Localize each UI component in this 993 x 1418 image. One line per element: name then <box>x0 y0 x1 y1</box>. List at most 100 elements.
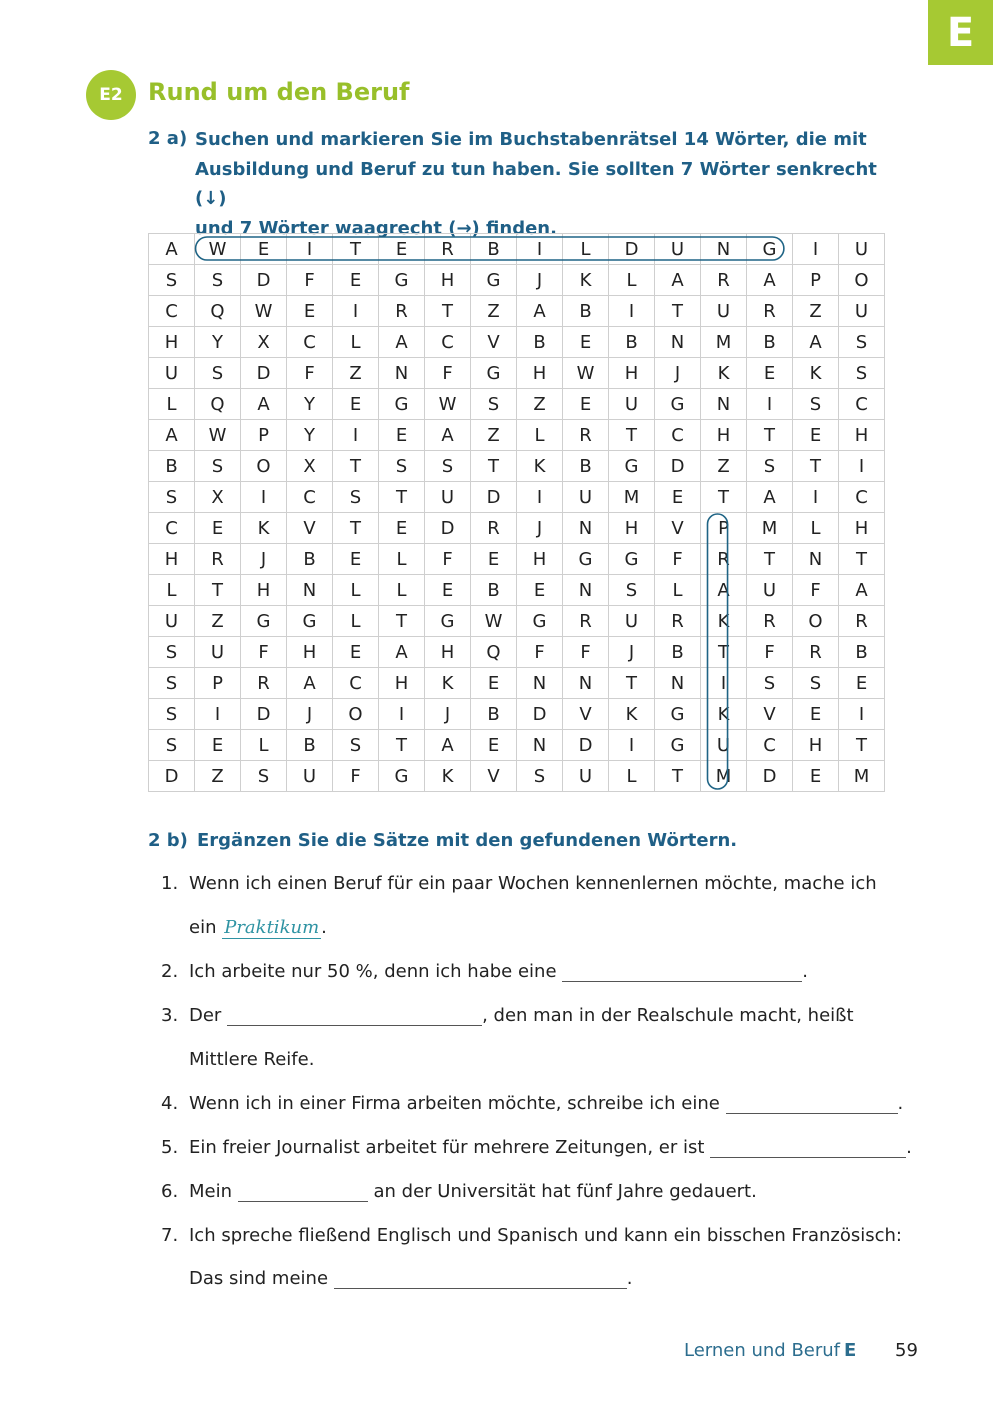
grid-cell[interactable]: E <box>194 729 241 761</box>
grid-cell[interactable]: L <box>378 574 425 606</box>
grid-cell[interactable]: L <box>332 574 379 606</box>
grid-cell[interactable]: M <box>838 760 885 792</box>
grid-cell[interactable]: E <box>378 512 425 544</box>
grid-cell[interactable]: S <box>746 667 793 699</box>
grid-cell[interactable]: S <box>608 574 655 606</box>
grid-cell[interactable]: J <box>654 357 701 389</box>
grid-cell[interactable]: W <box>562 357 609 389</box>
grid-cell[interactable]: D <box>148 760 195 792</box>
grid-cell[interactable]: E <box>332 264 379 296</box>
grid-cell[interactable]: H <box>838 419 885 451</box>
grid-cell[interactable]: B <box>654 636 701 668</box>
grid-cell[interactable]: Q <box>194 388 241 420</box>
grid-cell[interactable]: Z <box>194 605 241 637</box>
grid-cell[interactable]: P <box>194 667 241 699</box>
grid-cell[interactable]: L <box>608 264 655 296</box>
grid-cell[interactable]: H <box>516 543 563 575</box>
grid-cell[interactable]: R <box>654 605 701 637</box>
grid-cell[interactable]: T <box>608 667 655 699</box>
grid-cell[interactable]: T <box>792 450 839 482</box>
grid-cell[interactable]: S <box>194 264 241 296</box>
grid-cell[interactable]: Y <box>194 326 241 358</box>
grid-cell[interactable]: S <box>516 760 563 792</box>
grid-cell[interactable]: C <box>838 388 885 420</box>
grid-cell[interactable]: E <box>332 543 379 575</box>
grid-cell[interactable]: W <box>240 295 287 327</box>
grid-cell[interactable]: J <box>516 512 563 544</box>
blank-field[interactable] <box>227 1005 483 1026</box>
grid-cell[interactable]: G <box>516 605 563 637</box>
grid-cell[interactable]: A <box>240 388 287 420</box>
grid-cell[interactable]: T <box>608 419 655 451</box>
grid-cell[interactable]: B <box>286 729 333 761</box>
grid-cell[interactable]: G <box>746 233 793 265</box>
grid-cell[interactable]: G <box>470 357 517 389</box>
grid-cell[interactable]: R <box>700 264 747 296</box>
grid-cell[interactable]: E <box>792 698 839 730</box>
grid-cell[interactable]: W <box>194 233 241 265</box>
grid-cell[interactable]: T <box>378 481 425 513</box>
grid-cell[interactable]: T <box>332 233 379 265</box>
grid-cell[interactable]: X <box>240 326 287 358</box>
grid-cell[interactable]: Q <box>194 295 241 327</box>
grid-cell[interactable]: D <box>240 698 287 730</box>
grid-cell[interactable]: S <box>148 481 195 513</box>
grid-cell[interactable]: V <box>746 698 793 730</box>
grid-cell[interactable]: I <box>792 481 839 513</box>
grid-cell[interactable]: U <box>562 481 609 513</box>
grid-cell[interactable]: R <box>424 233 471 265</box>
grid-cell[interactable]: K <box>516 450 563 482</box>
grid-cell[interactable]: G <box>562 543 609 575</box>
grid-cell[interactable]: S <box>838 326 885 358</box>
grid-cell[interactable]: D <box>424 512 471 544</box>
grid-cell[interactable]: D <box>654 450 701 482</box>
grid-cell[interactable]: T <box>424 295 471 327</box>
grid-cell[interactable]: A <box>516 295 563 327</box>
grid-cell[interactable]: M <box>746 512 793 544</box>
grid-cell[interactable]: R <box>562 605 609 637</box>
grid-cell[interactable]: G <box>608 543 655 575</box>
grid-cell[interactable]: V <box>286 512 333 544</box>
grid-cell[interactable]: D <box>746 760 793 792</box>
blank-field[interactable] <box>710 1137 907 1158</box>
grid-cell[interactable]: N <box>516 667 563 699</box>
grid-cell[interactable]: H <box>700 419 747 451</box>
grid-cell[interactable]: S <box>148 698 195 730</box>
grid-cell[interactable]: N <box>562 574 609 606</box>
grid-cell[interactable]: E <box>332 388 379 420</box>
grid-cell[interactable]: A <box>700 574 747 606</box>
grid-cell[interactable]: H <box>378 667 425 699</box>
grid-cell[interactable]: R <box>700 543 747 575</box>
grid-cell[interactable]: F <box>746 636 793 668</box>
grid-cell[interactable]: H <box>148 326 195 358</box>
grid-cell[interactable]: N <box>562 667 609 699</box>
grid-cell[interactable]: H <box>424 636 471 668</box>
grid-cell[interactable]: E <box>838 667 885 699</box>
grid-cell[interactable]: G <box>240 605 287 637</box>
grid-cell[interactable]: K <box>424 667 471 699</box>
grid-cell[interactable]: U <box>608 605 655 637</box>
grid-cell[interactable]: G <box>424 605 471 637</box>
grid-cell[interactable]: F <box>332 760 379 792</box>
grid-cell[interactable]: B <box>470 574 517 606</box>
grid-cell[interactable]: B <box>470 233 517 265</box>
grid-cell[interactable]: V <box>470 326 517 358</box>
grid-cell[interactable]: E <box>746 357 793 389</box>
grid-cell[interactable]: U <box>608 388 655 420</box>
grid-cell[interactable]: S <box>424 450 471 482</box>
grid-cell[interactable]: J <box>424 698 471 730</box>
blank-field[interactable] <box>725 1093 898 1114</box>
grid-cell[interactable]: X <box>194 481 241 513</box>
grid-cell[interactable]: S <box>838 357 885 389</box>
grid-cell[interactable]: T <box>378 605 425 637</box>
grid-cell[interactable]: H <box>424 264 471 296</box>
grid-cell[interactable]: J <box>516 264 563 296</box>
grid-cell[interactable]: T <box>700 481 747 513</box>
grid-cell[interactable]: S <box>148 667 195 699</box>
grid-cell[interactable]: U <box>194 636 241 668</box>
grid-cell[interactable]: B <box>286 543 333 575</box>
grid-cell[interactable]: G <box>470 264 517 296</box>
grid-cell[interactable]: A <box>148 419 195 451</box>
grid-cell[interactable]: L <box>516 419 563 451</box>
grid-cell[interactable]: Z <box>700 450 747 482</box>
